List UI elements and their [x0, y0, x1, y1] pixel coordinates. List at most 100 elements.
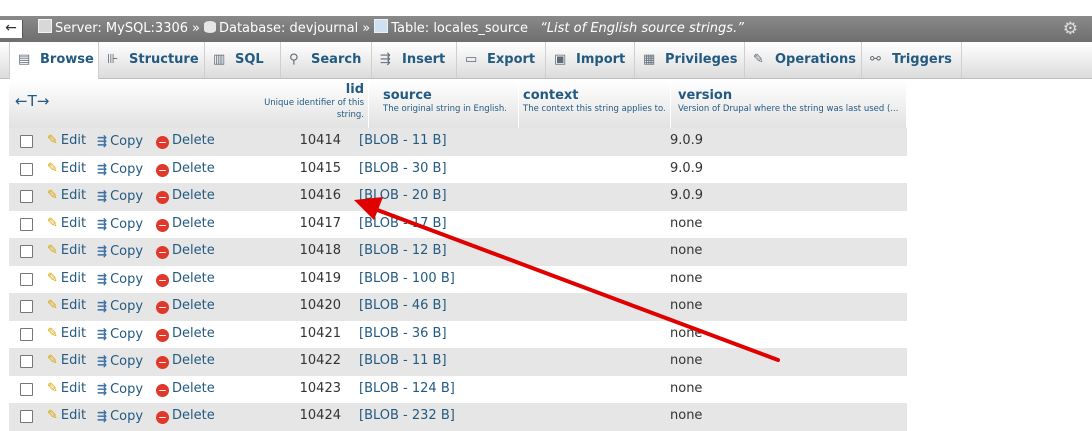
cell-source-blob-link[interactable]: [BLOB - 30 B]	[359, 156, 447, 182]
row-checkbox[interactable]	[20, 162, 33, 176]
column-header-lid[interactable]: lid Unique identifier of this string.	[257, 80, 369, 128]
tab-search[interactable]: ⚲ Search	[281, 42, 372, 78]
cell-source-blob-link[interactable]: [BLOB - 11 B]	[359, 348, 447, 374]
edit-link[interactable]: ✎ Edit	[47, 321, 86, 347]
copy-link[interactable]: ⇶ Copy	[97, 238, 143, 265]
cell-source-blob-link[interactable]: [BLOB - 11 B]	[359, 128, 447, 154]
edit-link[interactable]: ✎ Edit	[47, 403, 86, 429]
row-checkbox[interactable]	[20, 300, 33, 313]
column-header-version[interactable]: version Version of Drupal where the stri…	[674, 80, 907, 128]
privileges-icon: ▦	[643, 52, 656, 67]
edit-link[interactable]: ✎ Edit	[47, 376, 86, 402]
cell-source-blob-link[interactable]: [BLOB - 12 B]	[359, 238, 447, 264]
tab-browse[interactable]: ▤ Browse	[9, 42, 99, 79]
tab-operations[interactable]: ✎ Operations	[745, 42, 862, 78]
cell-lid: 10424	[299, 408, 341, 423]
row-checkbox[interactable]	[20, 245, 33, 258]
copy-icon: ⇶	[97, 189, 108, 203]
table-row[interactable]: ✎ Edit ⇶ Copy − Delete 10419 [BLOB - 100 B] none	[9, 265, 907, 293]
breadcrumb-table[interactable]: Table: locales_source	[391, 21, 528, 36]
delete-link[interactable]: − Delete	[156, 321, 215, 347]
row-checkbox[interactable]	[20, 382, 33, 396]
table-row[interactable]: ✎ Edit ⇶ Copy − Delete 10421 [BLOB - 36 B] none	[9, 320, 907, 348]
cell-source-blob-link[interactable]: [BLOB - 124 B]	[359, 376, 455, 402]
column-header-source[interactable]: source The original string in English.	[379, 80, 519, 128]
cell-source-blob-link[interactable]: [BLOB - 36 B]	[359, 321, 447, 347]
row-checkbox[interactable]	[20, 135, 33, 148]
cell-source-blob-link[interactable]: [BLOB - 46 B]	[359, 293, 447, 319]
copy-link[interactable]: ⇶ Copy	[97, 348, 143, 375]
row-checkbox[interactable]	[20, 190, 33, 203]
edit-link[interactable]: ✎ Edit	[47, 266, 86, 292]
edit-link[interactable]: ✎ Edit	[47, 156, 86, 182]
table-row[interactable]: ✎ Edit ⇶ Copy − Delete 10417 [BLOB - 17 B] none	[9, 210, 907, 238]
cell-version: none	[670, 325, 703, 341]
delete-link[interactable]: − Delete	[156, 403, 215, 429]
copy-link[interactable]: ⇶ Copy	[97, 293, 143, 320]
delete-link[interactable]: − Delete	[156, 348, 215, 374]
table-row[interactable]: ✎ Edit ⇶ Copy − Delete 10424 [BLOB - 232 B] none	[9, 403, 907, 431]
edit-link[interactable]: ✎ Edit	[47, 293, 86, 319]
table-row[interactable]: ✎ Edit ⇶ Copy − Delete 10415 [BLOB - 30 B] 9.0.9	[9, 155, 907, 183]
pencil-icon: ✎	[47, 380, 58, 396]
cell-source-blob-link[interactable]: [BLOB - 20 B]	[359, 183, 447, 209]
edit-link[interactable]: ✎ Edit	[47, 183, 86, 209]
export-icon: ▭	[465, 52, 478, 67]
table-row[interactable]: ✎ Edit ⇶ Copy − Delete 10422 [BLOB - 11 B] none	[9, 348, 907, 376]
column-header-context[interactable]: context The context this string applies …	[519, 80, 671, 128]
copy-link[interactable]: ⇶ Copy	[97, 321, 143, 348]
table-row[interactable]: ✎ Edit ⇶ Copy − Delete 10423 [BLOB - 124 B] none	[9, 375, 907, 403]
column-resize-arrows-icon[interactable]: ←T→	[15, 92, 49, 110]
edit-link[interactable]: ✎ Edit	[47, 348, 86, 374]
breadcrumb-database[interactable]: Database: devjournal	[219, 21, 358, 36]
tab-structure[interactable]: ⊪ Structure	[99, 42, 205, 78]
tab-sql[interactable]: ▥ SQL	[205, 42, 281, 78]
delete-icon: −	[156, 356, 169, 369]
delete-link[interactable]: − Delete	[156, 128, 215, 154]
copy-icon: ⇶	[97, 299, 108, 313]
delete-link[interactable]: − Delete	[156, 238, 215, 264]
cell-source-blob-link[interactable]: [BLOB - 232 B]	[359, 403, 455, 429]
edit-link[interactable]: ✎ Edit	[47, 238, 86, 264]
copy-link[interactable]: ⇶ Copy	[97, 266, 143, 293]
delete-link[interactable]: − Delete	[156, 266, 215, 292]
copy-link[interactable]: ⇶ Copy	[97, 156, 143, 183]
tab-privileges[interactable]: ▦ Privileges	[635, 42, 745, 78]
row-checkbox[interactable]	[20, 410, 33, 423]
edit-label: Edit	[60, 325, 87, 341]
table-row[interactable]: ✎ Edit ⇶ Copy − Delete 10418 [BLOB - 12 B] none	[9, 238, 907, 266]
row-checkbox[interactable]	[20, 355, 33, 368]
delete-link[interactable]: − Delete	[156, 376, 215, 402]
gear-icon[interactable]: ⚙	[1063, 16, 1078, 42]
delete-link[interactable]: − Delete	[156, 156, 215, 182]
table-row[interactable]: ✎ Edit ⇶ Copy − Delete 10414 [BLOB - 11 B] 9.0.9	[9, 128, 907, 156]
breadcrumb-server[interactable]: Server: MySQL:3306	[55, 21, 188, 36]
tab-insert[interactable]: ⇶ Insert	[372, 42, 457, 78]
table-row[interactable]: ✎ Edit ⇶ Copy − Delete 10420 [BLOB - 46 B] none	[9, 293, 907, 321]
tab-export[interactable]: ▭ Export	[457, 42, 546, 78]
pencil-icon: ✎	[47, 215, 58, 231]
copy-link[interactable]: ⇶ Copy	[97, 376, 143, 403]
row-checkbox[interactable]	[20, 327, 33, 341]
edit-link[interactable]: ✎ Edit	[47, 211, 86, 237]
tab-import[interactable]: ▣ Import	[546, 42, 635, 78]
back-arrow-icon[interactable]: ←	[0, 20, 23, 38]
copy-icon: ⇶	[97, 216, 108, 231]
delete-link[interactable]: − Delete	[156, 183, 215, 209]
row-checkbox[interactable]	[20, 272, 33, 286]
window-top-strip	[0, 0, 1092, 16]
sql-icon: ▥	[213, 52, 226, 67]
copy-link[interactable]: ⇶ Copy	[97, 403, 143, 430]
delete-link[interactable]: − Delete	[156, 211, 215, 237]
copy-link[interactable]: ⇶ Copy	[97, 128, 143, 155]
row-checkbox[interactable]	[20, 217, 33, 231]
table-row[interactable]: ✎ Edit ⇶ Copy − Delete 10416 [BLOB - 20 B] 9.0.9	[9, 183, 907, 211]
cell-source-blob-link[interactable]: [BLOB - 17 B]	[359, 211, 447, 237]
delete-link[interactable]: − Delete	[156, 293, 215, 319]
edit-link[interactable]: ✎ Edit	[47, 128, 86, 154]
copy-link[interactable]: ⇶ Copy	[97, 211, 143, 238]
edit-label: Edit	[60, 160, 87, 176]
copy-link[interactable]: ⇶ Copy	[97, 183, 143, 210]
tab-triggers[interactable]: ⚯ Triggers	[862, 42, 962, 78]
cell-source-blob-link[interactable]: [BLOB - 100 B]	[359, 266, 455, 292]
